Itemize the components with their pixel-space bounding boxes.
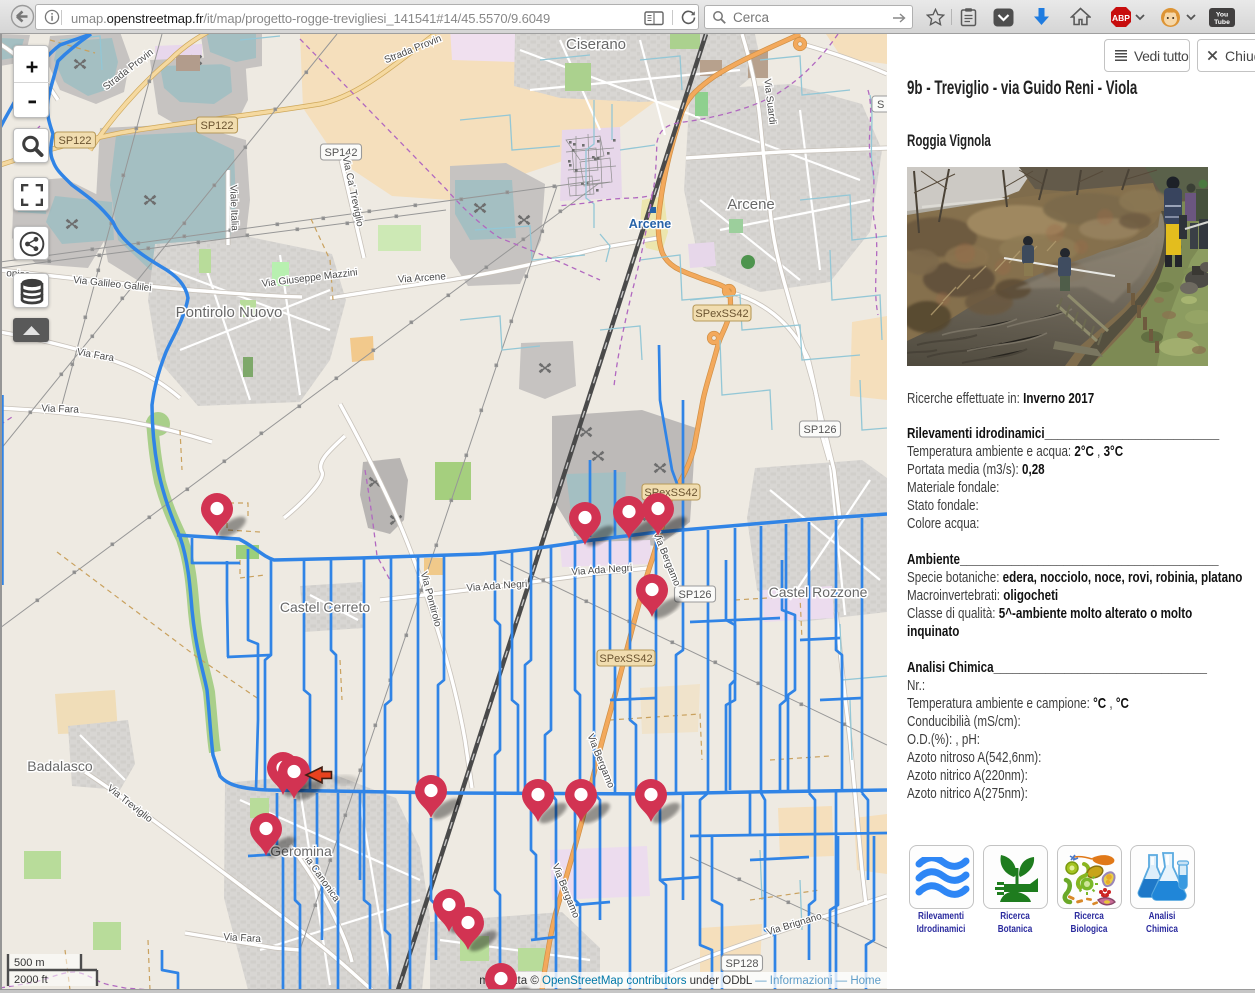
svg-text:2000 ft: 2000 ft	[14, 974, 48, 986]
svg-text:You: You	[1216, 11, 1228, 18]
svg-text:ABP: ABP	[1112, 13, 1130, 23]
svg-text:Via Fara: Via Fara	[223, 932, 262, 945]
svg-text:Badalasco: Badalasco	[27, 758, 93, 774]
svg-text:500 m: 500 m	[14, 957, 45, 969]
svg-text:Pontirolo Nuovo: Pontirolo Nuovo	[176, 304, 283, 321]
svg-text:Ciserano: Ciserano	[566, 36, 626, 53]
svg-text:SP126: SP126	[803, 424, 836, 436]
svg-text:Castel Rozzone: Castel Rozzone	[769, 584, 868, 600]
svg-text:SP122: SP122	[58, 135, 91, 147]
svg-text:Arcene: Arcene	[629, 217, 671, 231]
svg-text:Arcene: Arcene	[727, 196, 775, 213]
svg-text:SP128: SP128	[725, 958, 758, 970]
svg-text:SP126: SP126	[678, 589, 711, 601]
svg-text:SP122: SP122	[200, 120, 233, 132]
svg-text:Via Fara: Via Fara	[41, 403, 79, 415]
svg-text:map data © OpenStreetMap contr: map data © OpenStreetMap contributors un…	[479, 975, 881, 987]
svg-text:Castel Cerreto: Castel Cerreto	[280, 599, 370, 615]
svg-text:SPexSS42: SPexSS42	[599, 653, 652, 665]
svg-text:SPexSS42: SPexSS42	[695, 308, 748, 320]
svg-text:Tube: Tube	[1214, 19, 1230, 26]
svg-text:Viale Italia: Viale Italia	[227, 185, 240, 232]
svg-text:S: S	[877, 99, 884, 111]
